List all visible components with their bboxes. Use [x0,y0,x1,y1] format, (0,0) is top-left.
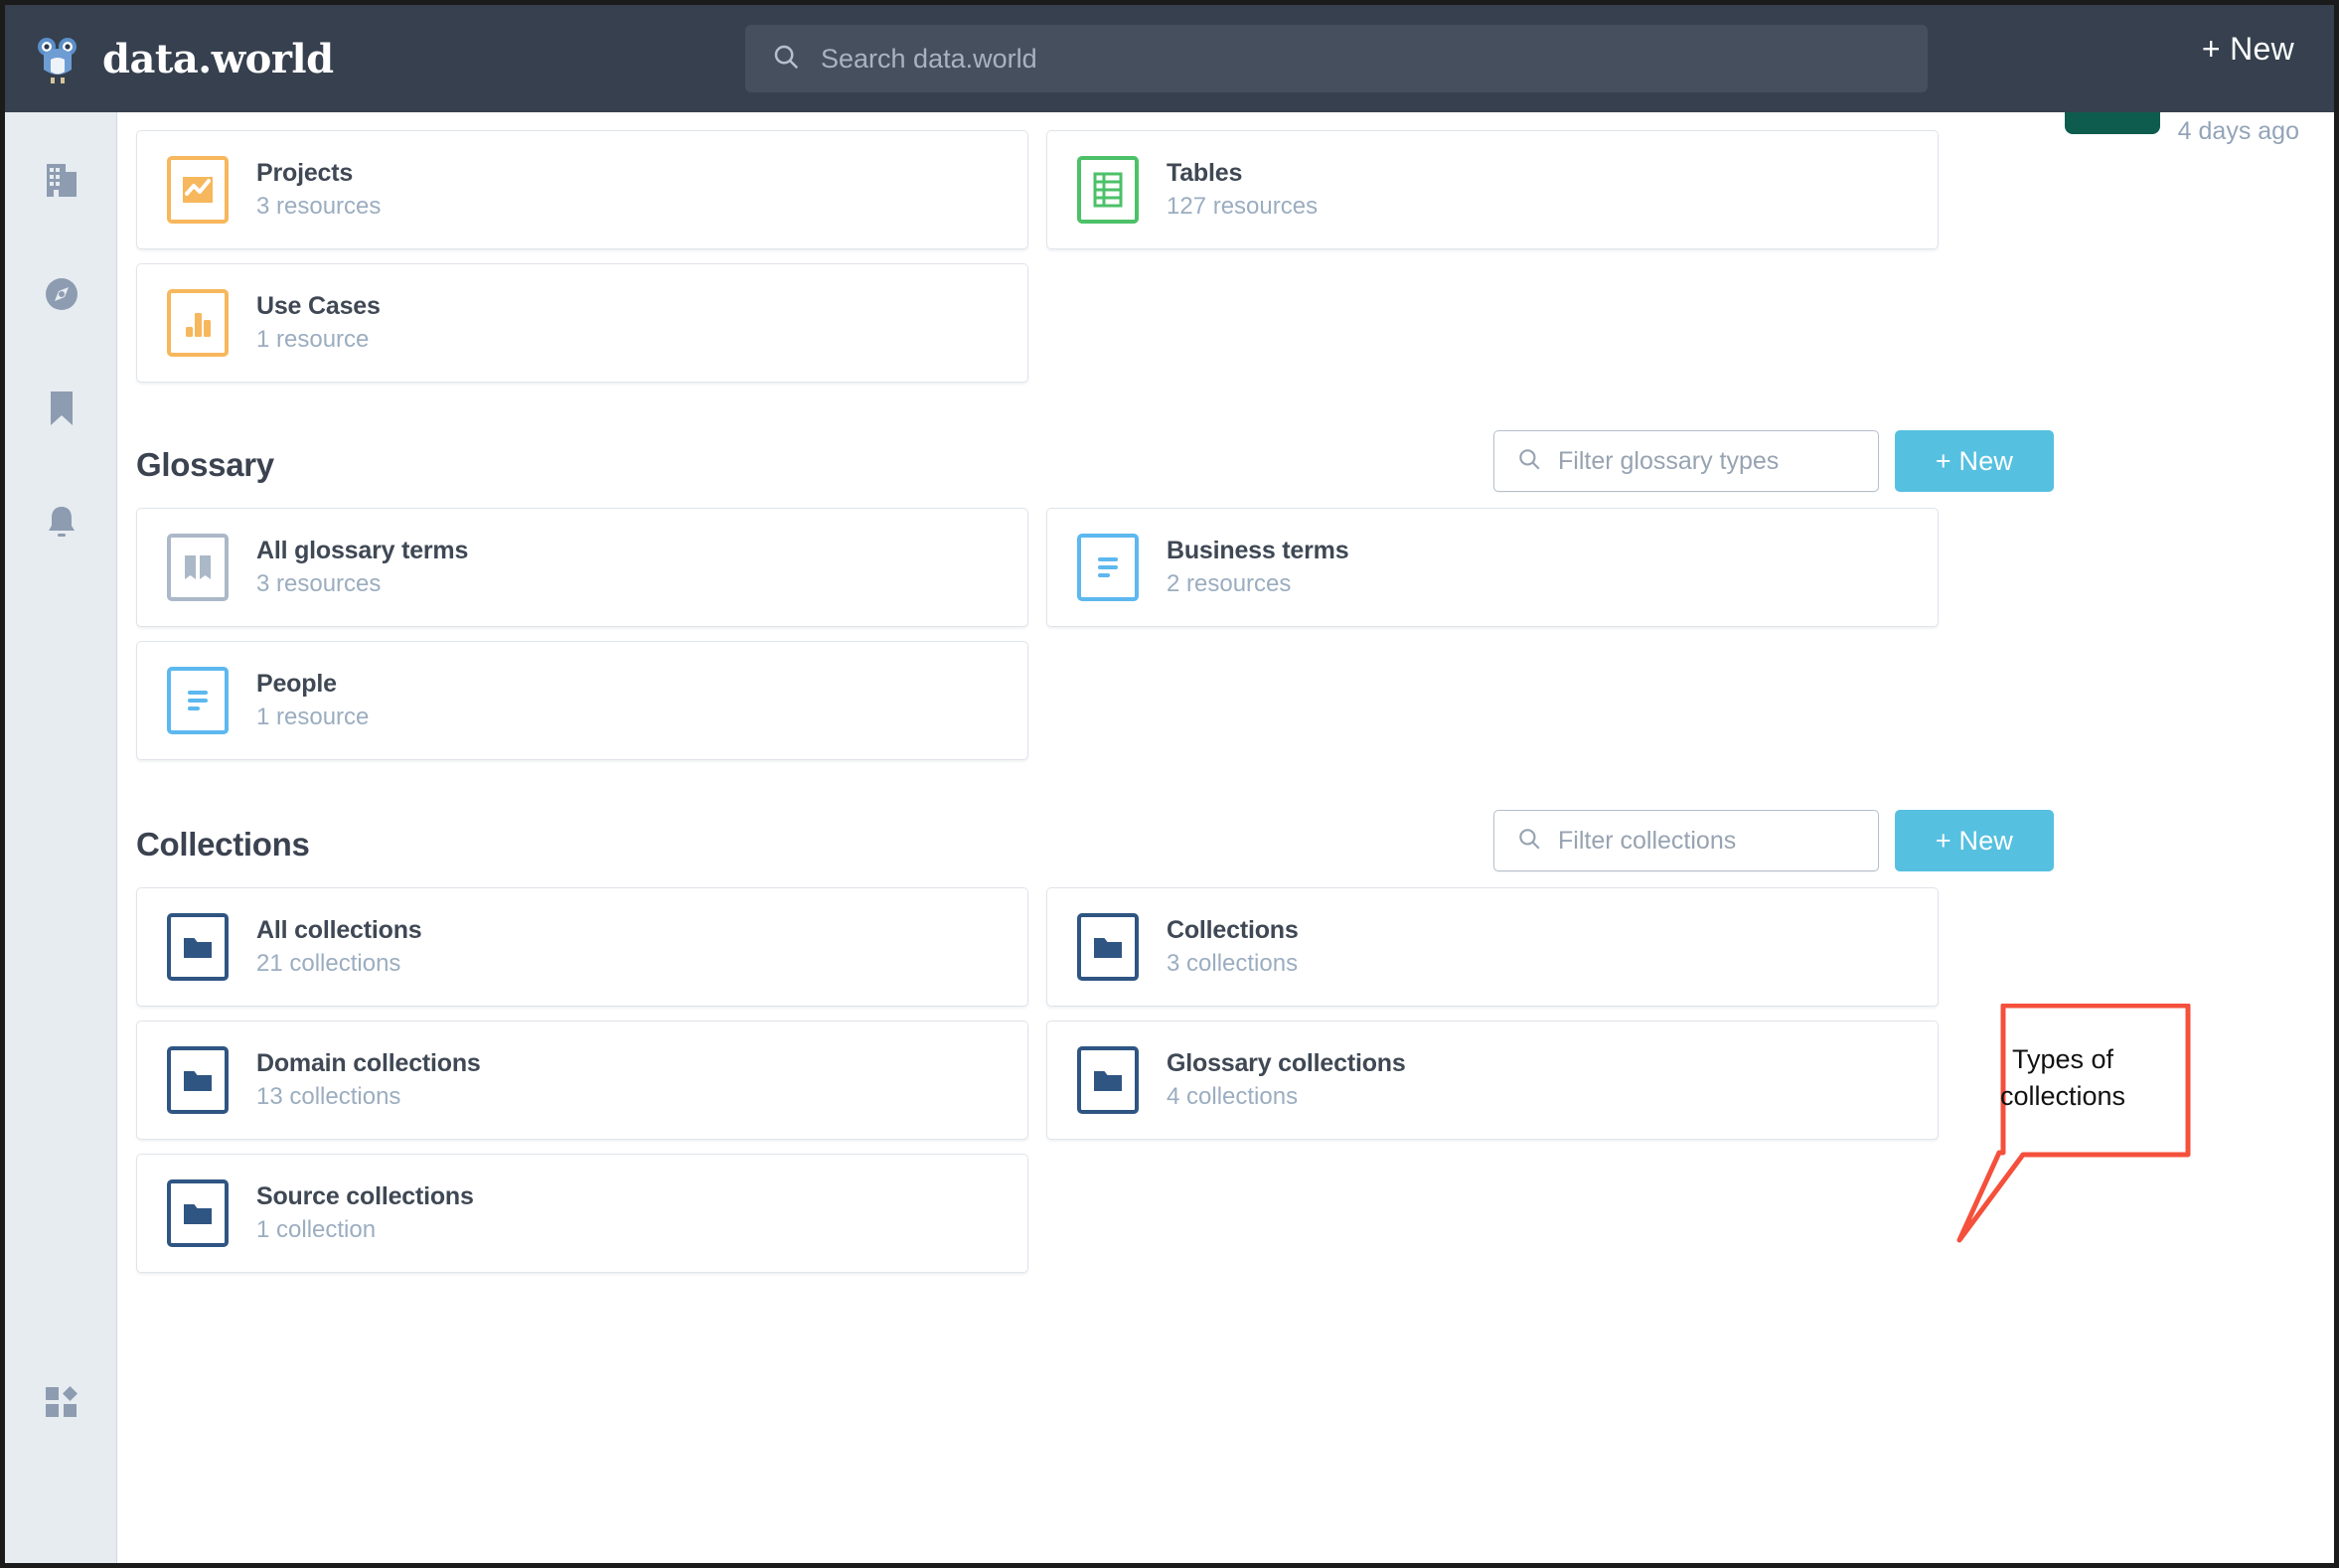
card-title: Glossary collections [1167,1049,1406,1077]
sidebar-item-notifications[interactable] [5,495,117,554]
resources-card-grid: Projects 3 resources Tables 127 resource… [136,112,2054,383]
table-grid-icon [1077,156,1139,224]
card-row: Domain collections 13 collections Glossa… [136,1020,2054,1140]
folder-icon [1077,913,1139,981]
collection-card-source-collections[interactable]: Source collections 1 collection [136,1154,1028,1273]
card-subtitle: 1 resource [256,326,370,353]
collections-new-button[interactable]: + New [1895,810,2054,871]
collections-tools: Filter collections + New [1493,810,2054,871]
folder-icon [167,913,229,981]
line-chart-icon [167,156,229,224]
folder-icon [1077,1046,1139,1114]
left-sidebar [5,112,117,1563]
card-subtitle: 3 resources [256,570,382,597]
grid-spacer [1046,1154,1939,1273]
screenshot-frame: data.world Search data.world + New 4 day… [0,0,2339,1568]
card-row: Projects 3 resources Tables 127 resource… [136,130,2054,249]
brand-name: data.world [102,35,334,82]
collection-card-domain-collections[interactable]: Domain collections 13 collections [136,1020,1028,1140]
collections-filter-input[interactable]: Filter collections [1493,810,1879,871]
search-icon [1516,446,1542,477]
collections-filter-placeholder: Filter collections [1558,826,1737,855]
folder-icon [167,1179,229,1247]
collection-card-collections[interactable]: Collections 3 collections [1046,887,1939,1007]
collections-card-grid: All collections 21 collections Collectio… [136,887,2054,1273]
glossary-new-button[interactable]: + New [1895,430,2054,492]
card-title: Collections [1167,916,1299,944]
glossary-card-grid: All glossary terms 3 resources Business … [136,508,2054,760]
compass-icon [43,275,80,318]
card-subtitle: 3 resources [256,193,382,220]
search-input-placeholder: Search data.world [821,43,1037,74]
resource-card-projects[interactable]: Projects 3 resources [136,130,1028,249]
glossary-card-people[interactable]: People 1 resource [136,641,1028,760]
card-subtitle: 1 resource [256,704,370,730]
grid-spacer [1046,641,1939,760]
card-subtitle: 127 resources [1167,193,1319,220]
global-search-field[interactable]: Search data.world [745,25,1928,92]
last-updated-timestamp: 4 days ago [2177,117,2299,145]
main-content: 4 days ago Projects 3 resources Tables 1… [118,112,2334,1563]
card-title: Projects [256,159,354,187]
card-row: All glossary terms 3 resources Business … [136,508,2054,627]
owl-logo-icon [35,34,80,83]
card-title: Domain collections [256,1049,481,1077]
collection-card-all-collections[interactable]: All collections 21 collections [136,887,1028,1007]
top-navigation-bar: data.world Search data.world + New [5,5,2334,112]
card-row: Source collections 1 collection [136,1154,2054,1273]
document-lines-icon [167,667,229,734]
grid-spacer [1046,263,1939,383]
section-title-glossary: Glossary [136,446,274,483]
bookmark-icon [47,390,77,432]
glossary-card-business-terms[interactable]: Business terms 2 resources [1046,508,1939,627]
card-row: Use Cases 1 resource [136,263,2054,383]
resource-card-tables[interactable]: Tables 127 resources [1046,130,1939,249]
card-title: Source collections [256,1182,474,1210]
card-subtitle: 4 collections [1167,1083,1299,1110]
card-title: Business terms [1167,537,1349,564]
card-subtitle: 3 collections [1167,950,1299,977]
folder-icon [167,1046,229,1114]
bar-chart-icon [167,289,229,357]
glossary-tools: Filter glossary types + New [1493,430,2054,492]
search-icon [771,42,801,77]
card-title: People [256,670,337,698]
glossary-card-all-glossary-terms[interactable]: All glossary terms 3 resources [136,508,1028,627]
card-subtitle: 1 collection [256,1216,377,1243]
sidebar-item-bookmarks[interactable] [5,381,117,440]
sidebar-item-explore[interactable] [5,266,117,326]
card-subtitle: 13 collections [256,1083,401,1110]
card-title: All glossary terms [256,537,469,564]
card-title: Tables [1167,159,1243,187]
section-title-collections: Collections [136,826,310,862]
sidebar-item-integrations[interactable] [5,1374,117,1434]
card-title: All collections [256,916,422,944]
card-subtitle: 2 resources [1167,570,1292,597]
book-icon [167,534,229,601]
brand-logo[interactable]: data.world [35,34,730,83]
sidebar-item-organization[interactable] [5,152,117,212]
card-row: People 1 resource [136,641,2054,760]
new-button[interactable]: + New [2202,31,2294,68]
glossary-section-header: Glossary Filter glossary types + New [136,422,2054,508]
resource-card-use-cases[interactable]: Use Cases 1 resource [136,263,1028,383]
search-icon [1516,826,1542,857]
card-row: All collections 21 collections Collectio… [136,887,2054,1007]
status-badge [2065,112,2160,134]
glossary-filter-placeholder: Filter glossary types [1558,446,1780,475]
document-lines-icon [1077,534,1139,601]
bell-icon [45,504,78,547]
card-title: Use Cases [256,292,381,320]
apps-grid-icon [45,1385,78,1424]
card-subtitle: 21 collections [256,950,401,977]
collection-card-glossary-collections[interactable]: Glossary collections 4 collections [1046,1020,1939,1140]
glossary-filter-input[interactable]: Filter glossary types [1493,430,1879,492]
building-icon [44,161,79,204]
collections-section-header: Collections Filter collections + New [136,802,2054,887]
